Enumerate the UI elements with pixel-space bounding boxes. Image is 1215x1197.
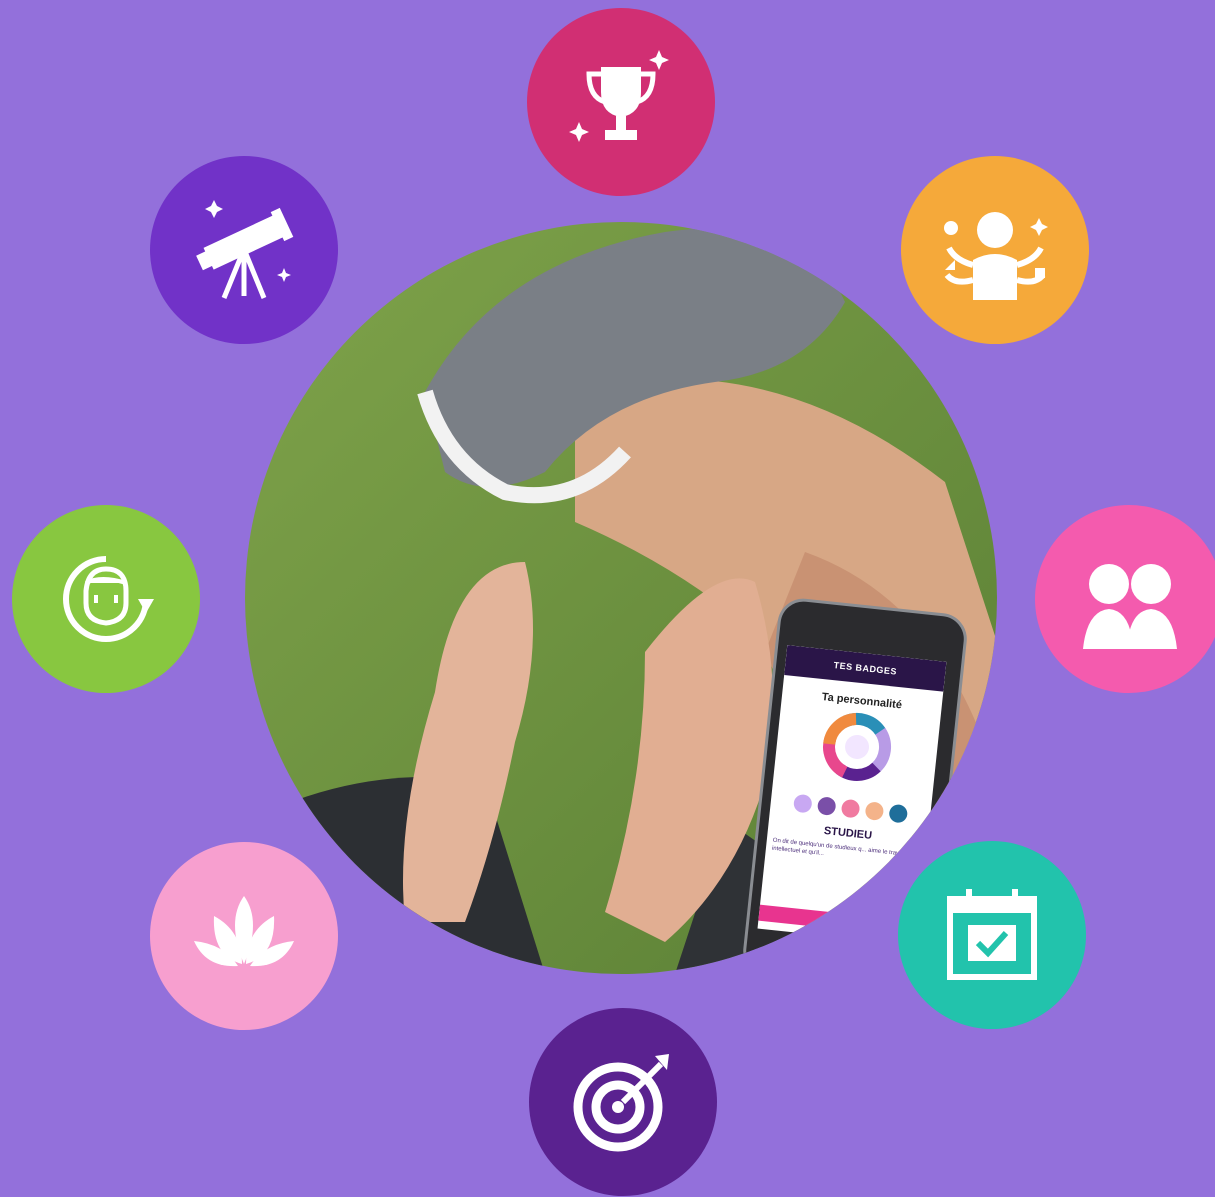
calendar-check-icon (947, 889, 1037, 980)
trophy-badge[interactable] (527, 8, 715, 196)
stage: TES BADGES Ta personnalité STUDIEU On di… (0, 0, 1215, 1197)
telescope-icon (196, 200, 294, 299)
goal-badge[interactable] (529, 1008, 717, 1196)
multitask-badge[interactable] (901, 156, 1089, 344)
personality-donut (823, 712, 892, 781)
calendar-badge[interactable] (898, 841, 1086, 1029)
juggler-icon (944, 212, 1048, 300)
curiosity-badge[interactable] (150, 156, 338, 344)
mini-badge-icon[interactable] (888, 803, 909, 824)
target-icon (573, 1054, 669, 1152)
friends-icon (1083, 564, 1177, 649)
mini-badge-icon[interactable] (840, 798, 861, 819)
zen-badge[interactable] (150, 842, 338, 1030)
friends-badge[interactable] (1035, 505, 1215, 693)
lotus-icon (194, 896, 294, 967)
mini-badge-icon[interactable] (792, 793, 813, 814)
face-refresh-icon (63, 556, 154, 642)
badge-mini-icons (770, 791, 931, 826)
mini-badge-icon[interactable] (864, 801, 885, 822)
mini-badge-icon[interactable] (816, 796, 837, 816)
trophy-icon (569, 50, 669, 142)
hero-photo: TES BADGES Ta personnalité STUDIEU On di… (245, 222, 997, 974)
adaptability-badge[interactable] (12, 505, 200, 693)
